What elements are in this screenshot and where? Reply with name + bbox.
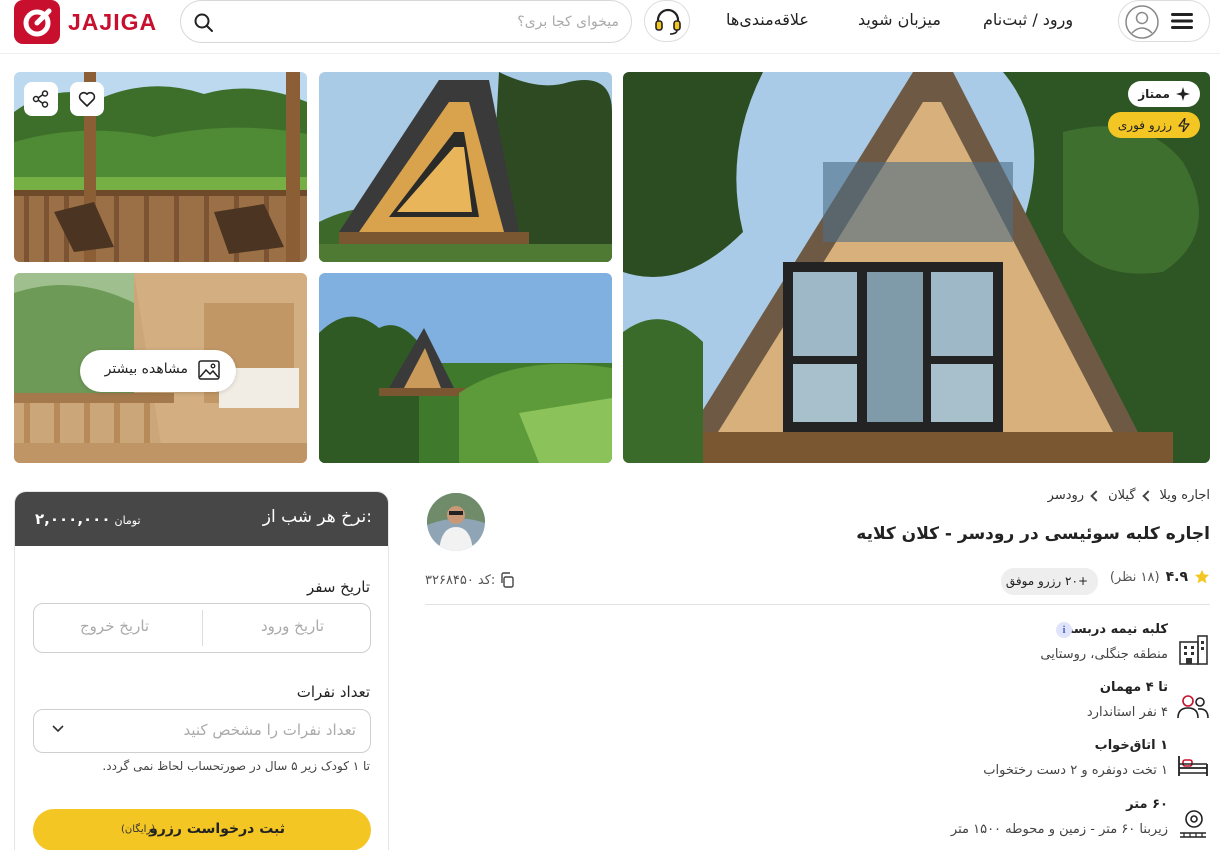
top-header: JAJIGA علاقه‌مندی‌ها میزبان شوید ورود / … xyxy=(0,0,1220,54)
gallery-photo-interior[interactable]: مشاهده بیشتر xyxy=(14,273,307,463)
feature-accommodation-type: کلبه نیمه دربست i منطقه جنگلی، روستایی xyxy=(950,622,1210,674)
rating[interactable]: ۴.۹ (۱۸ نظر) xyxy=(1110,569,1210,585)
sparkle-icon xyxy=(1176,87,1190,101)
feature-subtitle: منطقه جنگلی، روستایی xyxy=(1040,647,1168,662)
building-icon xyxy=(1179,635,1208,665)
bed-icon xyxy=(1178,756,1208,776)
listing-code[interactable]: ۳۲۶۸۴۵۰ کد: xyxy=(425,572,515,588)
logo-mark xyxy=(14,0,60,44)
host-avatar[interactable] xyxy=(427,493,485,551)
travel-date-label: تاریخ سفر xyxy=(306,578,370,596)
rate-label: نرخ هر شب از: xyxy=(262,507,372,527)
review-count: (۱۸ نظر) xyxy=(1109,569,1160,585)
hamburger-icon xyxy=(1171,13,1193,29)
date-picker: تاریخ ورود تاریخ خروج xyxy=(33,603,371,653)
search-bar[interactable] xyxy=(180,0,632,43)
logo-text: JAJIGA xyxy=(68,8,158,35)
user-icon xyxy=(1125,5,1159,39)
breadcrumb: اجاره ویلا گیلان رودسر xyxy=(1048,488,1210,503)
breadcrumb-item-rudsar[interactable]: رودسر xyxy=(1048,488,1084,503)
listing-badges: ممتاز رزرو فوری xyxy=(1107,81,1200,138)
child-policy-note: تا ۱ کودک زیر ۵ سال در صورتحساب لحاظ نمی… xyxy=(102,759,370,773)
submit-booking-sub: (رایگان) xyxy=(121,824,156,835)
share-button[interactable] xyxy=(24,82,58,116)
feature-area: ۶۰ متر زیربنا ۶۰ متر - زمین و محوطه ۱۵۰۰… xyxy=(950,797,1210,849)
feature-bedrooms: ۱ اتاق‌خواب ۱ تخت دونفره و ۲ دست رختخواب xyxy=(950,738,1210,790)
code-label: کد: xyxy=(477,572,496,588)
guests-placeholder: تعداد نفرات را مشخص کنید xyxy=(183,721,357,739)
price-currency: تومان xyxy=(114,514,141,527)
chevron-left-icon xyxy=(1090,489,1102,502)
search-icon[interactable] xyxy=(193,12,215,34)
feature-subtitle: ۱ تخت دونفره و ۲ دست رختخواب xyxy=(983,763,1168,778)
users-icon xyxy=(1177,695,1209,719)
show-more-photos-button[interactable]: مشاهده بیشتر xyxy=(80,350,236,392)
copy-icon[interactable] xyxy=(499,572,515,588)
gallery-photo-exterior[interactable] xyxy=(319,273,612,463)
feature-capacity: تا ۴ مهمان ۴ نفر استاندارد xyxy=(950,680,1210,732)
checkout-field[interactable]: تاریخ خروج xyxy=(80,617,149,635)
booking-card-header: نرخ هر شب از: ۲,۰۰۰,۰۰۰ تومان xyxy=(15,492,388,546)
gallery-photo-balcony[interactable] xyxy=(14,72,307,262)
image-icon xyxy=(198,360,220,380)
checkin-field[interactable]: تاریخ ورود xyxy=(261,617,324,635)
nav-become-host[interactable]: میزبان شوید xyxy=(858,10,941,29)
guests-select[interactable]: تعداد نفرات را مشخص کنید xyxy=(33,709,371,753)
booking-card: نرخ هر شب از: ۲,۰۰۰,۰۰۰ تومان تاریخ سفر ت… xyxy=(14,491,389,850)
successful-bookings-badge: +۲۰ رزرو موفق xyxy=(1001,568,1098,595)
premium-badge-label: ممتاز xyxy=(1138,87,1170,101)
star-icon xyxy=(1195,569,1209,584)
price-amount: ۲,۰۰۰,۰۰۰ xyxy=(35,510,111,528)
chevron-down-icon xyxy=(52,725,64,733)
premium-badge: ممتاز xyxy=(1128,81,1200,107)
feature-title: کلبه نیمه دربست xyxy=(1060,622,1168,637)
listing-title: اجاره کلبه سوئیسی در رودسر - کلان کلایه xyxy=(856,524,1210,544)
nav-favorites[interactable]: علاقه‌مندی‌ها xyxy=(726,10,809,29)
logo[interactable]: JAJIGA xyxy=(14,0,157,44)
info-icon[interactable]: i xyxy=(1056,622,1072,638)
account-menu-button[interactable] xyxy=(1118,0,1210,42)
feature-title: ۱ اتاق‌خواب xyxy=(1094,738,1168,753)
favorite-button[interactable] xyxy=(70,82,104,116)
instant-booking-label: رزرو فوری xyxy=(1117,118,1172,132)
breadcrumb-item-villa-rent[interactable]: اجاره ویلا xyxy=(1160,488,1210,503)
headset-icon xyxy=(655,8,681,35)
share-icon xyxy=(32,90,49,108)
feature-title: تا ۴ مهمان xyxy=(1099,680,1168,695)
rating-score: ۴.۹ xyxy=(1165,569,1188,585)
heart-icon xyxy=(78,91,96,107)
search-input[interactable] xyxy=(239,10,619,34)
section-divider xyxy=(425,604,1210,605)
gallery-photo-main[interactable]: ممتاز رزرو فوری xyxy=(623,72,1210,463)
successful-bookings-label: +۲۰ رزرو موفق xyxy=(1005,574,1088,588)
submit-booking-button[interactable]: ثبت درخواست رزرو (رایگان) xyxy=(33,809,371,850)
code-value: ۳۲۶۸۴۵۰ xyxy=(425,572,474,588)
submit-booking-label: ثبت درخواست رزرو xyxy=(149,821,285,837)
area-icon xyxy=(1180,810,1206,838)
instant-booking-badge: رزرو فوری xyxy=(1107,112,1200,138)
chevron-left-icon xyxy=(1141,489,1154,502)
show-more-photos-label: مشاهده بیشتر xyxy=(104,361,188,377)
nav-login[interactable]: ورود / ثبت‌نام xyxy=(983,10,1073,29)
nightly-price: ۲,۰۰۰,۰۰۰ تومان xyxy=(35,509,141,528)
guests-label: تعداد نفرات xyxy=(296,683,370,701)
date-divider xyxy=(202,610,203,646)
breadcrumb-item-gilan[interactable]: گیلان xyxy=(1108,488,1135,503)
feature-title: ۶۰ متر xyxy=(1126,797,1168,812)
support-button[interactable] xyxy=(644,0,690,42)
gallery-photo-cabin-lit[interactable] xyxy=(319,72,612,262)
lightning-icon xyxy=(1178,118,1190,132)
feature-subtitle: زیربنا ۶۰ متر - زمین و محوطه ۱۵۰۰ متر xyxy=(950,822,1168,837)
feature-subtitle: ۴ نفر استاندارد xyxy=(1086,705,1168,720)
